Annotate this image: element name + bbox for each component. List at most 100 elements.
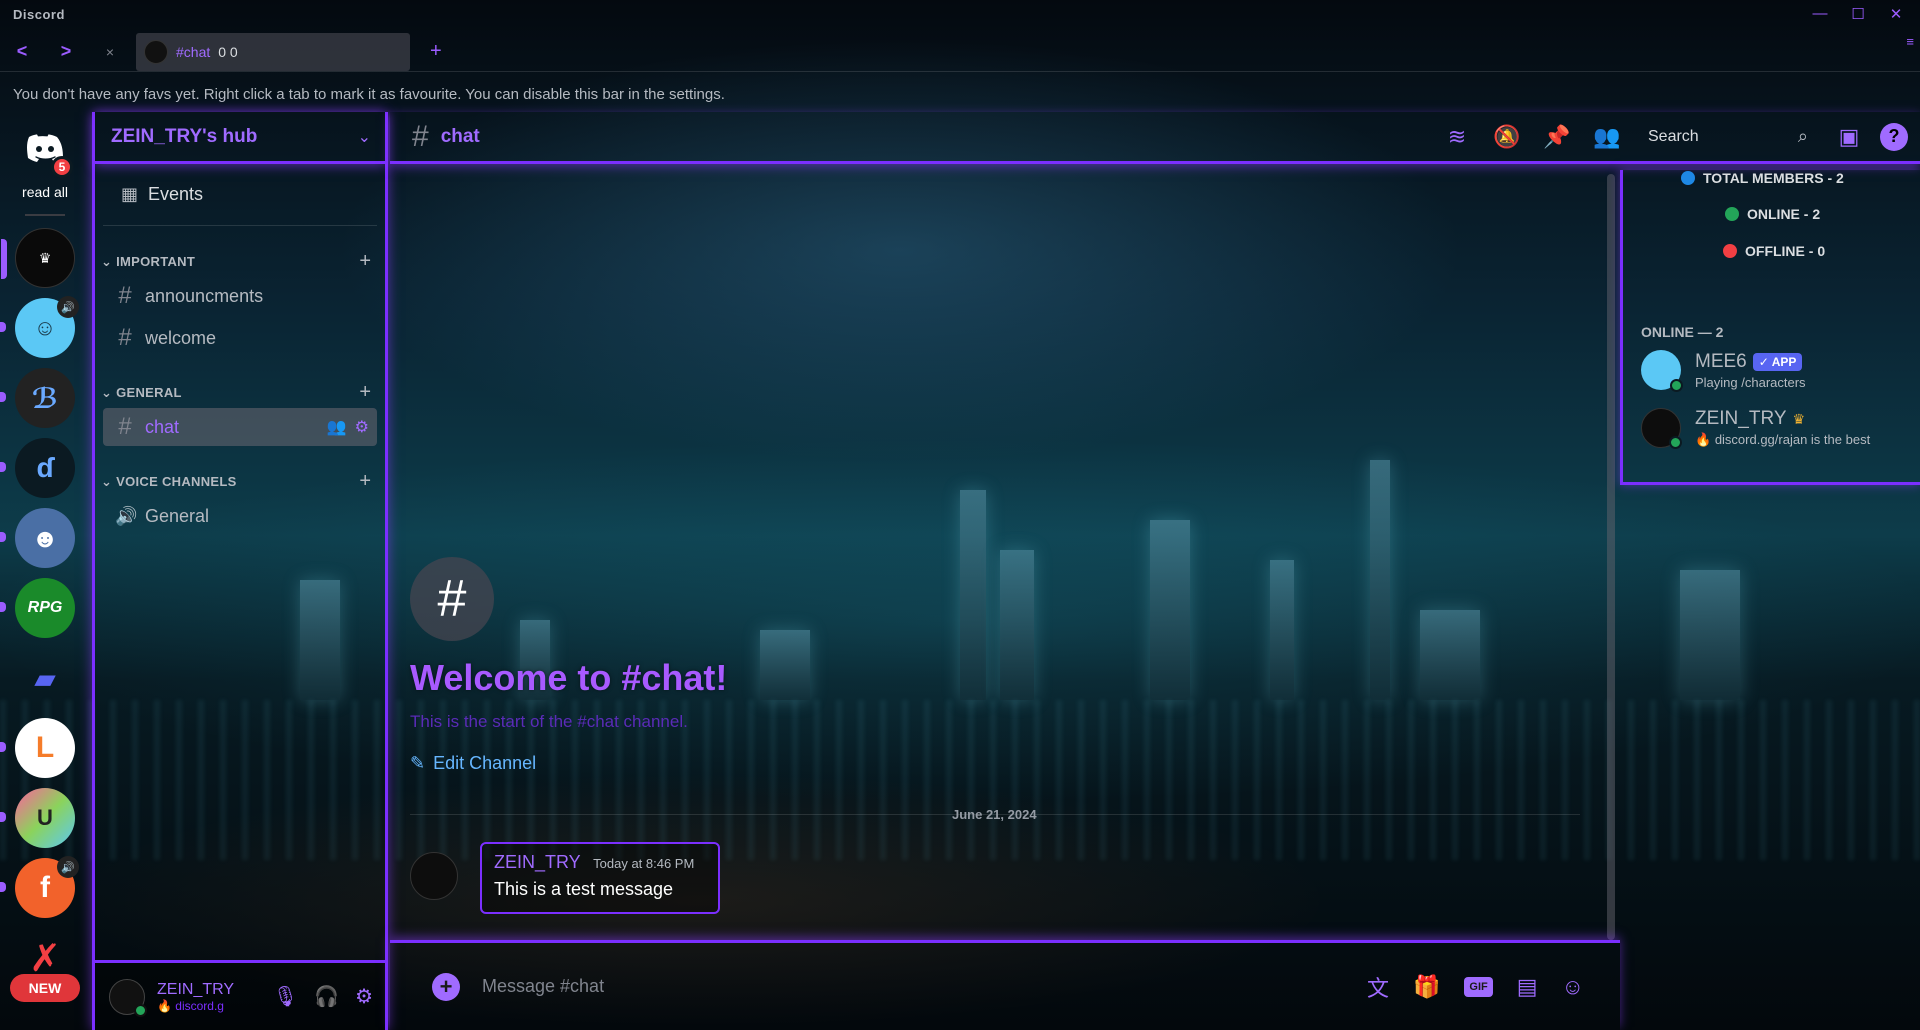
close-tab-button[interactable]: × [88, 44, 132, 60]
headphones-icon[interactable]: 🎧 [314, 984, 339, 1009]
avatar [1641, 350, 1683, 392]
search-icon: ⌕ [1797, 126, 1808, 146]
speaker-icon: 🔊 [57, 856, 79, 878]
edit-channel-button[interactable]: ✎ Edit Channel [410, 753, 536, 774]
welcome-title: Welcome to #chat! [410, 657, 728, 698]
home-button[interactable]: 5 [15, 118, 75, 178]
invite-icon[interactable]: 👥 [327, 417, 347, 437]
member-status: Playing /characters [1695, 374, 1806, 390]
avatar[interactable] [109, 978, 147, 1017]
user-status: 🔥 discord.g [157, 998, 224, 1013]
member-group-header: ONLINE — 2 [1641, 324, 1724, 340]
add-channel-button[interactable]: + [359, 250, 371, 273]
read-all-button[interactable]: read all [22, 184, 68, 200]
member-list: TOTAL MEMBERS - 2 ONLINE - 2 OFFLINE - 0… [1620, 170, 1920, 485]
folder-icon[interactable]: ▰ [15, 648, 75, 708]
category-voice[interactable]: ⌄ VOICE CHANNELS + [95, 470, 385, 493]
speaker-icon: 🔊 [115, 505, 138, 526]
favourites-bar: You don't have any favs yet. Right click… [13, 85, 725, 103]
help-icon[interactable]: ? [1880, 122, 1908, 151]
tab-counts: 0 0 [218, 43, 238, 60]
gif-button[interactable]: GIF [1464, 976, 1493, 997]
rail-divider [25, 214, 65, 216]
channel-label: chat [145, 416, 180, 437]
inbox-icon[interactable]: ▣ [1824, 124, 1874, 150]
sticker-icon[interactable]: ▤ [1517, 974, 1538, 1000]
channel-chat[interactable]: # chat 👥 ⚙ [103, 408, 377, 446]
add-channel-button[interactable]: + [359, 381, 371, 404]
mute-mic-icon[interactable]: 🎙 [273, 984, 298, 1009]
welcome-subtitle: This is the start of the #chat channel. [410, 712, 688, 731]
search-input[interactable]: Search ⌕ [1638, 121, 1818, 153]
gear-icon[interactable]: ⚙ [355, 984, 373, 1009]
server-f[interactable]: f 🔊 [0, 856, 79, 918]
emoji-icon[interactable]: ☺ [1562, 974, 1584, 1000]
message-author[interactable]: ZEIN_TRY [494, 852, 581, 872]
offline-stat: OFFLINE - 0 [1723, 243, 1825, 259]
member-name: ZEIN_TRY [1695, 408, 1787, 429]
mention-badge: 5 [51, 156, 73, 178]
avatar[interactable] [410, 852, 458, 900]
server-mee6[interactable]: ☺ 🔊 [0, 296, 79, 358]
tab-chat[interactable]: #chat 0 0 [136, 32, 410, 71]
hash-icon: # [410, 557, 494, 641]
translate-icon[interactable]: 文 [1367, 971, 1389, 1003]
message-area: # Welcome to #chat! This is the start of… [390, 170, 1605, 940]
notifications-muted-icon[interactable]: 🔕 [1482, 124, 1532, 150]
forward-button[interactable]: > [44, 41, 88, 62]
server-zein-hub[interactable]: ♛ [1, 228, 75, 288]
server-l[interactable]: L [0, 718, 75, 778]
gear-icon[interactable]: ⚙ [355, 417, 369, 437]
server-3[interactable]: ℬ [0, 368, 75, 428]
hash-icon: # [118, 282, 132, 309]
crown-icon: ♛ [1792, 410, 1806, 427]
add-channel-button[interactable]: + [359, 470, 371, 493]
pin-icon[interactable]: 📌 [1532, 124, 1582, 150]
message-input[interactable] [482, 976, 1322, 997]
message-text: This is a test message [494, 879, 674, 899]
threads-icon[interactable]: ≋ [1432, 124, 1482, 150]
guild-header[interactable]: ZEIN_TRY's hub ⌄ [95, 112, 385, 164]
attach-button[interactable]: + [432, 972, 460, 1001]
edit-channel-label: Edit Channel [433, 753, 537, 773]
minimize-button[interactable]: — [1810, 5, 1830, 23]
app-badge: ✓ APP [1752, 352, 1803, 371]
category-label: GENERAL [116, 384, 182, 400]
members-icon[interactable]: 👥 [1582, 124, 1632, 150]
menu-icon[interactable]: ≡ [1906, 34, 1914, 49]
back-button[interactable]: < [0, 41, 44, 62]
events-item[interactable]: ▦ Events [103, 164, 377, 226]
online-status-icon [1669, 436, 1682, 449]
title-bar: Discord — ☐ ✕ [0, 0, 1920, 28]
avatar [1641, 408, 1682, 449]
chevron-down-icon: ⌄ [357, 128, 371, 146]
scrollbar[interactable] [1607, 174, 1615, 940]
member-mee6[interactable]: MEE6 ✓ APP Playing /characters [1641, 350, 1806, 392]
server-uc[interactable]: U [0, 788, 75, 848]
message[interactable]: ZEIN_TRY Today at 8:46 PM This is a test… [480, 842, 720, 914]
member-zein-try[interactable]: ZEIN_TRY ♛ 🔥 discord.gg/rajan is the bes… [1641, 408, 1871, 449]
member-status: 🔥 discord.gg/rajan is the best [1695, 432, 1871, 447]
hash-icon: # [412, 119, 429, 153]
maximize-button[interactable]: ☐ [1848, 5, 1868, 23]
channel-sidebar: ZEIN_TRY's hub ⌄ ▦ Events ⌄ IMPORTANT + … [92, 112, 388, 1030]
app-title: Discord [13, 6, 65, 22]
close-window-button[interactable]: ✕ [1886, 5, 1906, 23]
message-timestamp: Today at 8:46 PM [593, 856, 695, 871]
tab-bar: < > × #chat 0 0 + ≡ [0, 32, 1920, 72]
server-4[interactable]: ɗ [0, 438, 75, 498]
channel-announcments[interactable]: # announcments [103, 277, 377, 315]
category-important[interactable]: ⌄ IMPORTANT + [95, 250, 385, 273]
gift-icon[interactable]: 🎁 [1413, 974, 1440, 1000]
status-dot-icon [1681, 171, 1695, 185]
server-rpg[interactable]: RPG [0, 578, 75, 638]
new-badge: NEW [10, 974, 80, 1002]
voice-channel-general[interactable]: 🔊 General [103, 497, 377, 535]
online-status-icon [1670, 379, 1683, 392]
channel-welcome[interactable]: # welcome [103, 319, 377, 357]
category-general[interactable]: ⌄ GENERAL + [95, 381, 385, 404]
window-controls: — ☐ ✕ [1810, 5, 1906, 23]
events-label: Events [148, 184, 204, 204]
server-5[interactable]: ☻ [0, 508, 75, 568]
add-tab-button[interactable]: + [430, 40, 442, 63]
